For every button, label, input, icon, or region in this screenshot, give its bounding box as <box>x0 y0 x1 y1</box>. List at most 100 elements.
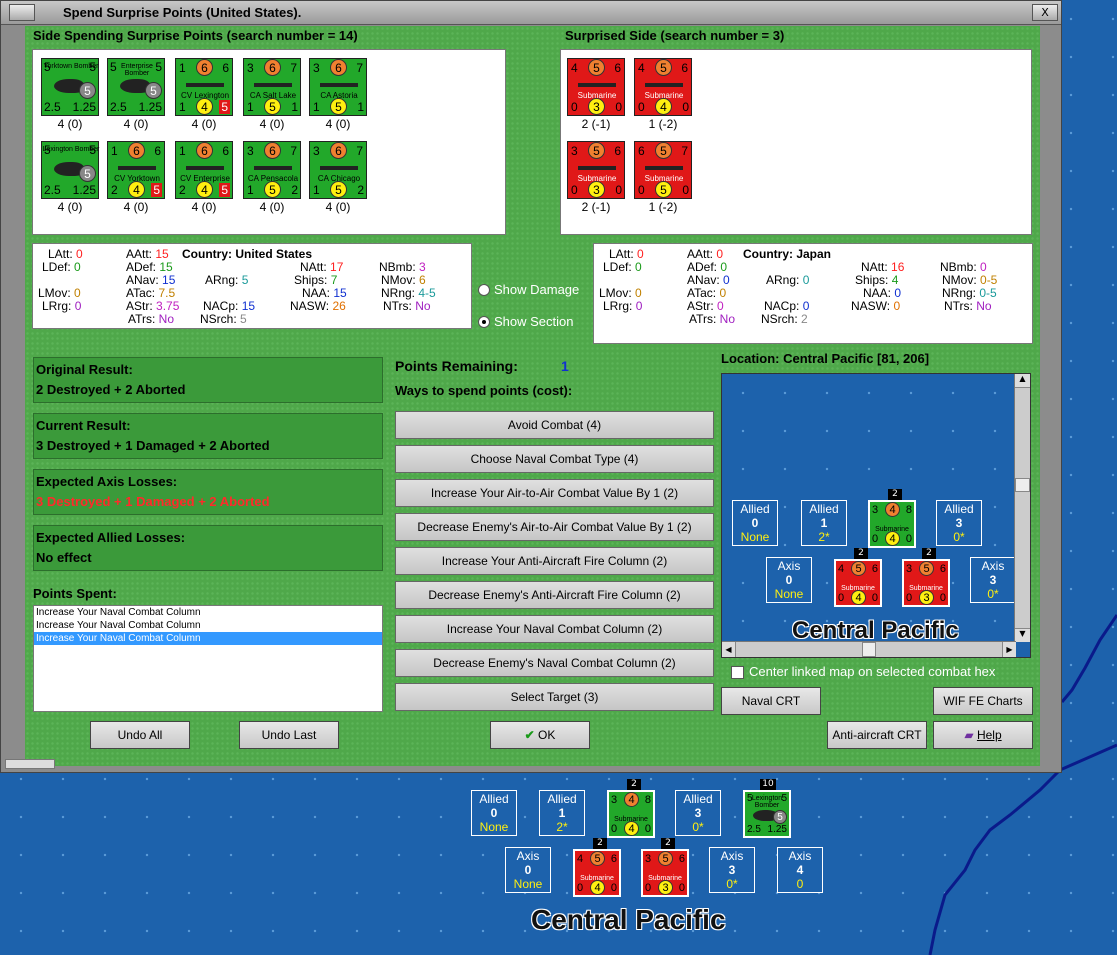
spend-option-button[interactable]: Choose Naval Combat Type (4) <box>395 445 714 473</box>
ship-counter[interactable]: 1 6 6 CV Yorktown 2 4 5 <box>107 141 165 199</box>
air-counter[interactable]: 5 5 Enterprise Bomber 5 2.5 1.25 <box>107 58 165 116</box>
defense-circle: 4 <box>196 98 213 115</box>
counter-count: 4 (0) <box>325 200 351 214</box>
air-counter[interactable]: 5 5 2.5 1.25 Lexington Bomber 5 <box>743 790 791 838</box>
ship-counter[interactable]: 3 4 8 0 4 0 Submarine <box>868 500 916 548</box>
scroll-right-icon[interactable]: ▶ <box>1002 642 1016 657</box>
counter-value: 7 <box>290 61 297 75</box>
scroll-up-icon[interactable]: ▲ <box>1015 374 1030 388</box>
vertical-scroll-thumb[interactable] <box>1015 478 1030 492</box>
show-damage-radio[interactable]: Show Damage <box>476 281 579 299</box>
stat-label: LDef: <box>42 260 75 274</box>
window-title: Spend Surprise Points (United States). <box>63 5 302 20</box>
spend-option-button[interactable]: Increase Your Air-to-Air Combat Value By… <box>395 479 714 507</box>
stat-astr: AStr: 3.75 <box>126 299 179 313</box>
map-vertical-scrollbar[interactable]: ▲ ▼ <box>1014 374 1030 642</box>
scroll-left-icon[interactable]: ◀ <box>722 642 736 657</box>
counter-value: 2.5 <box>44 183 61 197</box>
points-spent-item[interactable]: Increase Your Naval Combat Column <box>34 606 382 619</box>
stat-value: 0 <box>894 286 902 300</box>
points-spent-item[interactable]: Increase Your Naval Combat Column <box>34 619 382 632</box>
stat-value: 0 <box>720 260 728 274</box>
stat-nsrch: NSrch: 2 <box>761 312 808 326</box>
allied-box-2: Allied 1 2* <box>801 500 847 546</box>
stat-value: 0 <box>802 299 810 313</box>
stat-value: 0 <box>76 247 83 261</box>
help-button[interactable]: ▰ Help <box>933 721 1033 749</box>
close-button[interactable]: X <box>1032 4 1058 21</box>
submarine-counter[interactable]: 3 5 6 0 3 0 Submarine <box>641 849 689 897</box>
counter-value: 6 <box>222 61 229 75</box>
stat-value: 0 <box>637 247 644 261</box>
submarine-counter[interactable]: 4 5 6 0 4 0 Submarine <box>573 849 621 897</box>
points-spent-list[interactable]: Increase Your Naval Combat Column Increas… <box>33 605 383 712</box>
stat-label: NRng: <box>942 286 980 300</box>
stat-label: NASW: <box>290 299 333 313</box>
ship-counter[interactable]: 3 6 7 CA Pensacola 1 5 2 <box>243 141 301 199</box>
counter-value: 1.25 <box>767 824 787 835</box>
spend-option-button[interactable]: Decrease Enemy's Naval Combat Column (2) <box>395 649 714 677</box>
stat-label: AAtt: <box>126 247 156 261</box>
ship-counter[interactable]: 1 6 6 CV Lexington 1 4 5 <box>175 58 233 116</box>
spend-option-button[interactable]: Increase Your Naval Combat Column (2) <box>395 615 714 643</box>
undo-last-button[interactable]: Undo Last <box>239 721 339 749</box>
submarine-counter[interactable]: 3 5 6 Submarine 0 3 0 <box>567 141 625 199</box>
submarine-counter[interactable]: 4 5 6 Submarine 0 4 0 <box>634 58 692 116</box>
stat-value: No <box>158 312 175 326</box>
stack-count: 2 <box>922 548 936 559</box>
result-panel: Expected Allied Losses: No effect <box>33 525 383 571</box>
window-menu-button[interactable] <box>9 4 35 21</box>
stat-value: 15 <box>159 260 173 274</box>
counter-value: 3 <box>313 144 320 158</box>
show-section-radio[interactable]: Show Section <box>476 313 574 331</box>
counter-count: 4 (0) <box>325 117 351 131</box>
points-remaining-value: 1 <box>561 358 569 374</box>
spend-option-button[interactable]: Select Target (3) <box>395 683 714 711</box>
mini-map[interactable]: Allied 0 None Allied 1 2* Allied 3 0* Axis 0 Non… <box>721 373 1031 658</box>
counter-value: 0 <box>682 100 689 114</box>
air-counter[interactable]: 5 5 Lexington Bomber 5 2.5 1.25 <box>41 141 99 199</box>
main-map-area[interactable]: Allied 0 None Allied 1 2* Allied 3 0* Axis 0 Non… <box>440 770 860 955</box>
ship-counter[interactable]: 1 6 6 CV Enterprise 2 4 5 <box>175 141 233 199</box>
result-title: Expected Allied Losses: <box>36 530 186 545</box>
spend-option-button[interactable]: Increase Your Anti-Aircraft Fire Column … <box>395 547 714 575</box>
ship-counter[interactable]: 3 6 7 CA Chicago 1 5 2 <box>309 141 367 199</box>
attack-circle: 5 <box>588 142 605 159</box>
submarine-counter[interactable]: 4 5 6 Submarine 0 3 0 <box>567 58 625 116</box>
defense-circle: 4 <box>196 181 213 198</box>
side-spending-label: Side Spending Surprise Points (search nu… <box>33 28 358 43</box>
counter-value: 6 <box>681 61 688 75</box>
horizontal-scroll-thumb[interactable] <box>862 642 876 657</box>
main-axis-box-1: Axis 0 None <box>505 847 551 893</box>
stat-anav: ANav: 0 <box>687 273 730 287</box>
center-linked-checkbox[interactable] <box>731 666 744 679</box>
air-counter[interactable]: 5 5 Yorktown Bomber 5 2.5 1.25 <box>41 58 99 116</box>
resize-grip[interactable] <box>5 759 55 769</box>
points-spent-item[interactable]: Increase Your Naval Combat Column <box>34 632 382 645</box>
ship-silhouette-icon <box>320 166 358 170</box>
anti-aircraft-crt-button[interactable]: Anti-aircraft CRT <box>827 721 927 749</box>
scroll-down-icon[interactable]: ▼ <box>1015 628 1030 642</box>
submarine-counter[interactable]: 4 5 6 0 4 0 Submarine <box>834 559 882 607</box>
ship-counter[interactable]: 367CA Salt Lake City151 <box>243 58 301 116</box>
map-horizontal-scrollbar[interactable]: ◀ ▶ <box>722 641 1016 657</box>
stat-aatt: AAtt: 0 <box>687 247 723 261</box>
spend-option-button[interactable]: Avoid Combat (4) <box>395 411 714 439</box>
result-panel: Expected Axis Losses: 3 Destroyed + 1 Dam… <box>33 469 383 515</box>
counter-value: 3 <box>247 61 254 75</box>
ok-button[interactable]: ✔ OK <box>490 721 590 749</box>
counter-count: 2 (-1) <box>581 200 611 214</box>
counter-count: 2 (-1) <box>581 117 611 131</box>
wif-fe-charts-button[interactable]: WIF FE Charts <box>933 687 1033 715</box>
naval-crt-button[interactable]: Naval CRT <box>721 687 821 715</box>
submarine-counter[interactable]: 6 5 7 Submarine 0 5 0 <box>634 141 692 199</box>
spend-option-button[interactable]: Decrease Enemy's Anti-Aircraft Fire Colu… <box>395 581 714 609</box>
ship-counter[interactable]: 3 6 7 CA Astoria 1 5 1 <box>309 58 367 116</box>
submarine-counter[interactable]: 3 5 6 0 3 0 Submarine <box>902 559 950 607</box>
counter-value: 0 <box>939 592 946 604</box>
spend-option-button[interactable]: Decrease Enemy's Air-to-Air Combat Value… <box>395 513 714 541</box>
center-linked-label: Center linked map on selected combat hex <box>749 664 996 679</box>
ship-counter[interactable]: 3 4 8 0 4 0 Submarine <box>607 790 655 838</box>
undo-all-button[interactable]: Undo All <box>90 721 190 749</box>
title-bar[interactable]: Spend Surprise Points (United States). X <box>1 1 1061 25</box>
